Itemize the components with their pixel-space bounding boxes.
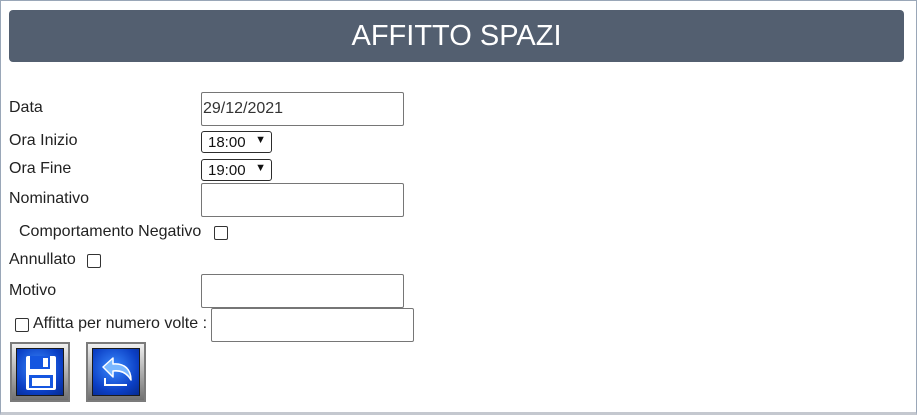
- undo-arrow-icon: [92, 348, 140, 396]
- comportamento-negativo-label: Comportamento Negativo: [19, 223, 202, 240]
- data-label: Data: [9, 99, 43, 116]
- chevron-down-icon: ▼: [255, 162, 266, 174]
- motivo-field[interactable]: [201, 274, 404, 308]
- page-title-text: AFFITTO SPAZI: [351, 19, 562, 52]
- floppy-disk-icon: [16, 348, 64, 396]
- chevron-down-icon: ▼: [255, 134, 266, 146]
- page-title: AFFITTO SPAZI: [9, 10, 904, 62]
- ora-inizio-select[interactable]: 18:00 ▼: [201, 131, 272, 153]
- ora-fine-value: 19:00: [208, 161, 246, 179]
- annullato-label: Annullato: [9, 251, 76, 268]
- back-button[interactable]: [86, 342, 146, 402]
- nominativo-label: Nominativo: [9, 190, 90, 207]
- affitta-per-numero-field[interactable]: [211, 308, 414, 342]
- comportamento-negativo-checkbox[interactable]: [214, 226, 228, 240]
- ora-inizio-value: 18:00: [208, 133, 246, 151]
- affitta-per-numero-checkbox[interactable]: [15, 318, 29, 332]
- data-field[interactable]: [201, 92, 404, 126]
- save-button[interactable]: [10, 342, 70, 402]
- ora-fine-select[interactable]: 19:00 ▼: [201, 159, 272, 181]
- ora-inizio-label: Ora Inizio: [9, 132, 78, 149]
- annullato-checkbox[interactable]: [87, 254, 101, 268]
- motivo-label: Motivo: [9, 282, 57, 299]
- affitta-per-numero-label: Affitta per numero volte :: [33, 315, 208, 332]
- nominativo-field[interactable]: [201, 183, 404, 217]
- ora-fine-label: Ora Fine: [9, 160, 72, 177]
